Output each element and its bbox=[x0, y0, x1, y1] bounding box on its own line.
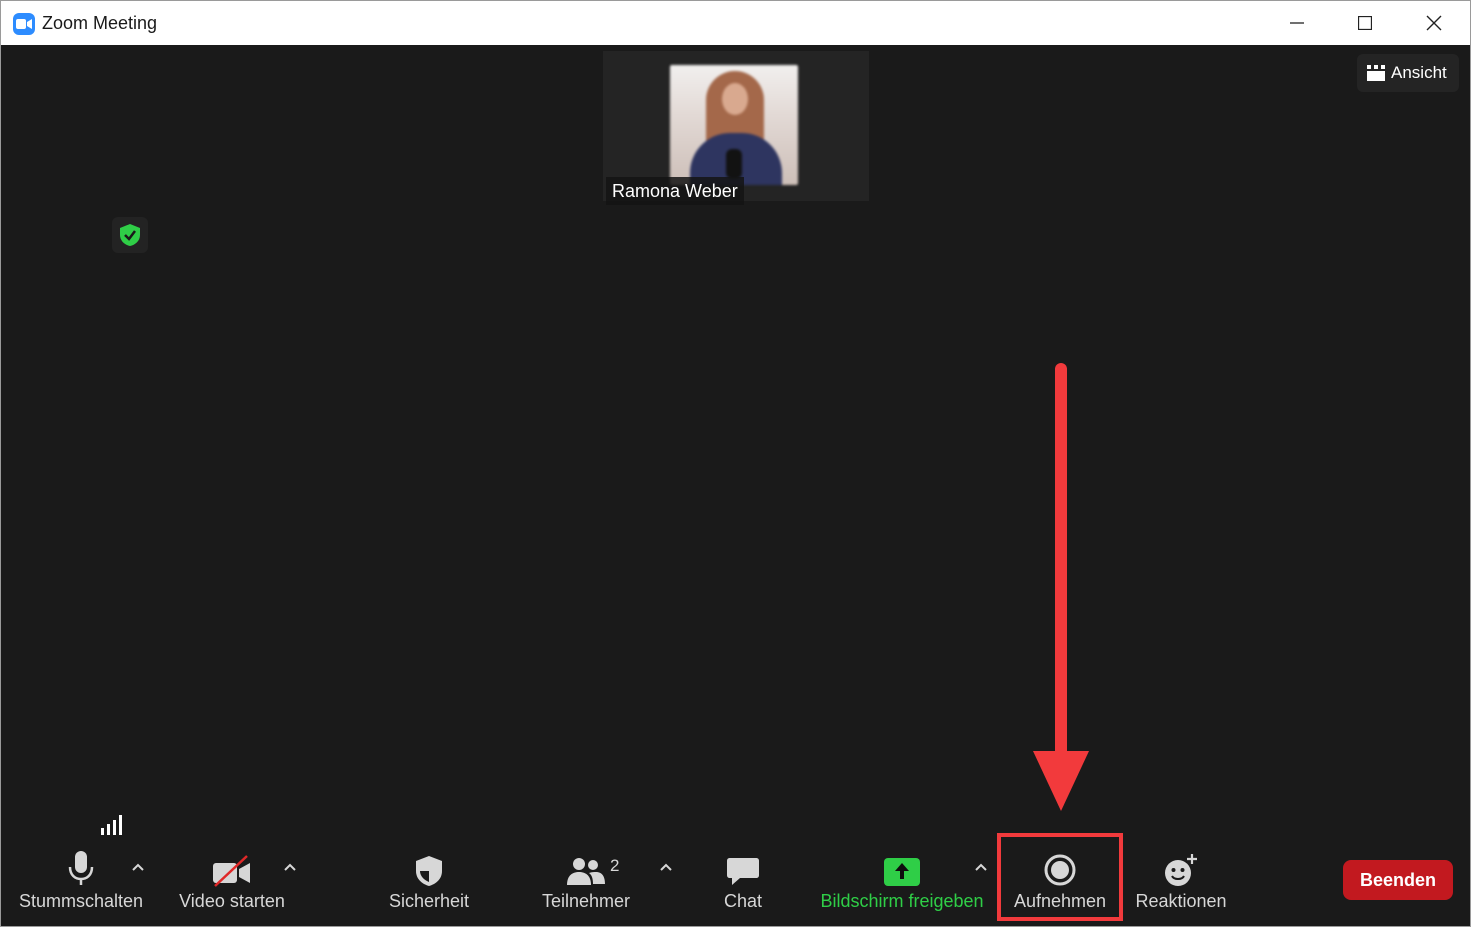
share-screen-icon bbox=[884, 858, 920, 886]
participants-count: 2 bbox=[610, 856, 620, 875]
encryption-badge[interactable] bbox=[112, 217, 148, 253]
shield-icon bbox=[416, 856, 442, 886]
end-meeting-button[interactable]: Beenden bbox=[1343, 860, 1453, 900]
security-button[interactable]: Sicherheit bbox=[379, 845, 479, 925]
grid-view-icon bbox=[1367, 65, 1385, 81]
close-icon bbox=[1426, 15, 1442, 31]
chevron-up-icon bbox=[660, 863, 672, 871]
window-title: Zoom Meeting bbox=[42, 13, 158, 33]
video-options-caret[interactable] bbox=[280, 857, 300, 877]
participants-icon bbox=[567, 858, 605, 885]
maximize-button[interactable] bbox=[1330, 1, 1400, 45]
video-off-icon bbox=[213, 855, 250, 887]
shield-check-icon bbox=[120, 224, 140, 246]
chat-bubble-icon bbox=[727, 858, 759, 885]
close-button[interactable] bbox=[1399, 1, 1469, 45]
share-screen-label: Bildschirm freigeben bbox=[820, 891, 984, 911]
zoom-window: Zoom Meeting Ramona Weber Ansicht Stumms… bbox=[0, 0, 1471, 927]
view-button[interactable]: Ansicht bbox=[1357, 54, 1459, 92]
share-screen-button[interactable]: Bildschirm freigeben bbox=[811, 845, 993, 925]
meeting-stage: Ramona Weber Ansicht Stummschalten Video… bbox=[1, 45, 1470, 926]
view-button-label: Ansicht bbox=[1391, 63, 1447, 82]
participants-label: Teilnehmer bbox=[541, 891, 631, 911]
zoom-app-icon bbox=[13, 13, 35, 35]
title-bar: Zoom Meeting bbox=[1, 1, 1470, 45]
record-button[interactable]: Aufnehmen bbox=[1005, 845, 1115, 925]
participant-video-tile[interactable]: Ramona Weber bbox=[603, 51, 869, 205]
reactions-label: Reaktionen bbox=[1135, 891, 1227, 911]
start-video-button[interactable]: Video starten bbox=[169, 845, 295, 925]
chat-button[interactable]: Chat bbox=[713, 845, 773, 925]
annotation-arrow-icon bbox=[1033, 363, 1089, 811]
chevron-up-icon bbox=[132, 863, 144, 871]
chevron-up-icon bbox=[284, 863, 296, 871]
participant-video bbox=[670, 65, 798, 185]
audio-options-caret[interactable] bbox=[128, 857, 148, 877]
reactions-button[interactable]: Reaktionen bbox=[1129, 845, 1233, 925]
maximize-icon bbox=[1358, 16, 1372, 30]
microphone-icon bbox=[68, 851, 94, 885]
participant-name: Ramona Weber bbox=[606, 177, 744, 205]
security-label: Sicherheit bbox=[388, 891, 470, 911]
video-label: Video starten bbox=[179, 891, 285, 911]
participants-options-caret[interactable] bbox=[656, 857, 676, 877]
participants-button[interactable]: Teilnehmer bbox=[533, 845, 639, 925]
share-options-caret[interactable] bbox=[971, 857, 991, 877]
signal-strength-icon bbox=[101, 815, 122, 835]
chevron-up-icon bbox=[975, 863, 987, 871]
record-label: Aufnehmen bbox=[1013, 891, 1107, 911]
minimize-button[interactable] bbox=[1262, 1, 1332, 45]
mute-label: Stummschalten bbox=[18, 891, 144, 911]
chat-label: Chat bbox=[723, 891, 763, 911]
emoji-add-icon bbox=[1165, 854, 1197, 886]
minimize-icon bbox=[1290, 22, 1304, 24]
record-icon bbox=[1044, 854, 1076, 886]
